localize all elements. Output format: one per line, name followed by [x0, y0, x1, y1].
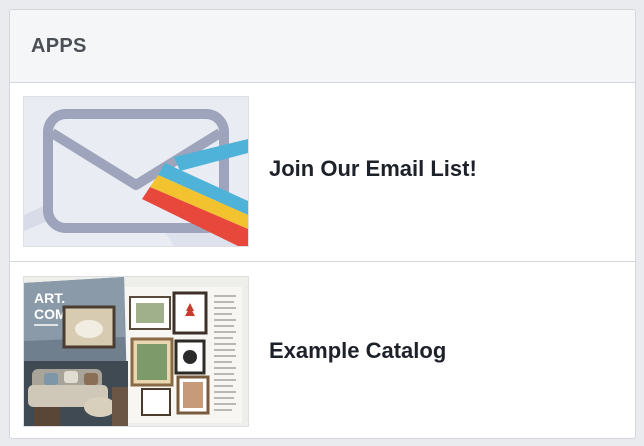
app-item-email-list[interactable]: Join Our Email List!	[10, 83, 635, 261]
catalog-brand-line-2: COM	[34, 306, 67, 322]
catalog-image: ART. COM	[24, 277, 248, 426]
app-label[interactable]: Example Catalog	[269, 338, 446, 364]
app-label[interactable]: Join Our Email List!	[269, 156, 477, 182]
panel-header: APPS	[10, 10, 635, 83]
catalog-brand-line-1: ART.	[34, 290, 65, 306]
panel-title: APPS	[31, 34, 87, 57]
email-list-thumbnail[interactable]	[23, 96, 249, 247]
envelope-icon	[24, 97, 248, 246]
app-item-example-catalog[interactable]: ART. COM Example Catalog	[10, 261, 635, 438]
apps-panel: APPS Join Our Email List! ART. COM Examp…	[9, 9, 636, 439]
example-catalog-thumbnail[interactable]: ART. COM	[23, 276, 249, 427]
